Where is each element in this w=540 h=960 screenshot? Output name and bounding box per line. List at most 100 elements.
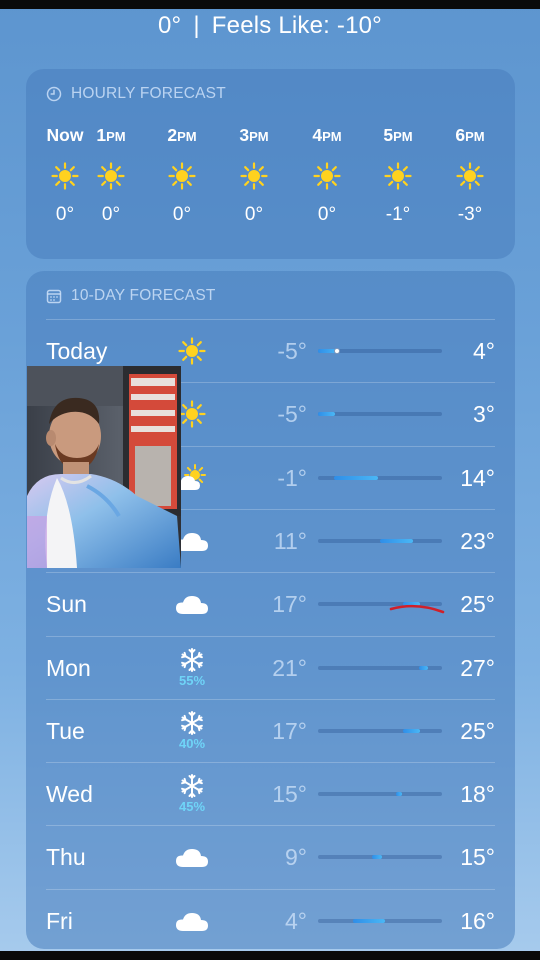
condition: 55% bbox=[168, 637, 216, 700]
hour-icon-wrap bbox=[51, 162, 79, 190]
day-label: Wed bbox=[46, 781, 93, 808]
low-temp: 15° bbox=[272, 781, 307, 808]
hour-icon-wrap bbox=[384, 162, 412, 190]
high-temp: 18° bbox=[460, 781, 495, 808]
condition-icon-wrap bbox=[168, 647, 216, 673]
sun-icon bbox=[51, 162, 79, 190]
temp-range-track bbox=[318, 792, 442, 797]
temp-range-bar bbox=[395, 792, 402, 797]
temp-range-track bbox=[318, 665, 442, 670]
condition-icon-wrap bbox=[168, 593, 216, 617]
hour-time: 6PM bbox=[455, 125, 485, 145]
temp-range-track bbox=[318, 348, 442, 354]
day-row[interactable]: Tue 40% 17° 25° bbox=[26, 700, 515, 763]
hour-temp: -1° bbox=[385, 204, 411, 225]
hour-time: 4PM bbox=[312, 125, 342, 145]
hour-icon-wrap bbox=[240, 162, 268, 190]
hourly-forecast-card[interactable]: HOURLY FORECAST Now 0° 1PM 0° 2PM 0° 3PM 0° 4PM 0… bbox=[26, 69, 515, 259]
hour-item: 1PM 0° bbox=[76, 125, 146, 226]
low-temp: 17° bbox=[272, 591, 307, 618]
feels-like: Feels Like: -10° bbox=[211, 12, 382, 39]
hour-temp: -3° bbox=[457, 204, 483, 225]
cloud-icon bbox=[176, 912, 208, 931]
calendar-icon bbox=[46, 289, 62, 304]
day-row[interactable]: Mon 55% 21° 27° bbox=[26, 637, 515, 700]
hour-time: 3PM bbox=[239, 125, 269, 145]
day-row[interactable]: Wed 45% 15° 18° bbox=[26, 763, 515, 826]
hour-icon-wrap bbox=[97, 162, 125, 190]
daily-header: 10-DAY FORECAST bbox=[46, 287, 216, 305]
hour-temp: 0° bbox=[101, 204, 121, 225]
sun-icon bbox=[178, 400, 206, 428]
high-temp: 3° bbox=[473, 401, 495, 428]
hour-time: 5PM bbox=[383, 125, 413, 145]
hour-item: 5PM -1° bbox=[363, 125, 433, 226]
hour-item: 4PM 0° bbox=[292, 125, 362, 226]
condition bbox=[168, 826, 216, 889]
day-row[interactable]: Thu 9° 15° bbox=[26, 826, 515, 889]
hour-temp: 0° bbox=[244, 204, 264, 225]
high-temp: 27° bbox=[460, 654, 495, 681]
temp-range-track bbox=[318, 918, 442, 923]
sun-icon bbox=[313, 162, 341, 190]
temp-range-bar bbox=[380, 538, 413, 543]
low-temp: 11° bbox=[273, 527, 307, 554]
condition-icon-wrap bbox=[168, 710, 216, 736]
bottom-edge bbox=[0, 951, 540, 960]
temp-range-bar bbox=[403, 728, 421, 733]
hour-icon-wrap bbox=[168, 162, 196, 190]
cloud-icon bbox=[176, 849, 208, 868]
condition-icon-wrap bbox=[168, 337, 216, 365]
low-temp: -5° bbox=[277, 401, 307, 428]
condition bbox=[168, 573, 216, 636]
low-temp: -1° bbox=[277, 464, 307, 491]
sun-icon bbox=[97, 162, 125, 190]
day-label: Fri bbox=[46, 907, 73, 934]
hour-item: 6PM -3° bbox=[435, 125, 505, 226]
snowflake-icon bbox=[181, 710, 203, 735]
day-label: Sun bbox=[46, 591, 87, 618]
condition: 45% bbox=[168, 763, 216, 826]
temp-range-track bbox=[318, 855, 442, 860]
snowflake-icon bbox=[181, 774, 203, 799]
hour-item: 3PM 0° bbox=[219, 125, 289, 226]
high-temp: 25° bbox=[460, 717, 495, 744]
temp-range-track bbox=[318, 412, 442, 417]
day-label: Thu bbox=[46, 844, 86, 871]
condition bbox=[168, 890, 216, 953]
temp-range-bar bbox=[418, 665, 429, 670]
high-temp: 14° bbox=[460, 464, 495, 491]
temp-range-bar bbox=[333, 475, 378, 480]
condition-icon-wrap bbox=[168, 910, 216, 934]
temp-range-track bbox=[318, 538, 442, 543]
current-conditions: 0° | Feels Like: -10° bbox=[0, 12, 540, 40]
separator: | bbox=[193, 12, 200, 39]
sun-icon bbox=[456, 162, 484, 190]
high-temp: 25° bbox=[460, 591, 495, 618]
precip-chance: 40% bbox=[178, 735, 206, 751]
sun-icon bbox=[178, 337, 206, 365]
hour-icon-wrap bbox=[313, 162, 341, 190]
temp-range-bar bbox=[372, 855, 382, 860]
hour-icon-wrap bbox=[456, 162, 484, 190]
sun-icon bbox=[240, 162, 268, 190]
low-temp: 4° bbox=[285, 907, 307, 934]
hour-temp: 0° bbox=[172, 204, 192, 225]
low-temp: -5° bbox=[277, 338, 307, 364]
current-temp-marker bbox=[334, 348, 341, 354]
current-temp: 0° bbox=[157, 12, 182, 39]
daily-header-label: 10-DAY FORECAST bbox=[71, 287, 216, 304]
overlay-photo bbox=[27, 366, 181, 568]
temp-range-bar bbox=[318, 412, 335, 417]
hourly-list[interactable]: Now 0° 1PM 0° 2PM 0° 3PM 0° 4PM 0° 5PM -1° 6PM -3° bbox=[26, 69, 515, 259]
hour-item: 2PM 0° bbox=[147, 125, 217, 226]
condition: 40% bbox=[168, 700, 216, 763]
temp-range-bar bbox=[352, 918, 386, 923]
sun-icon bbox=[384, 162, 412, 190]
low-temp: 9° bbox=[285, 844, 307, 871]
day-row[interactable]: Fri 4° 16° bbox=[26, 890, 515, 953]
hour-time: 1PM bbox=[96, 125, 126, 145]
hour-time: 2PM bbox=[167, 125, 197, 145]
snowflake-icon bbox=[181, 647, 203, 672]
day-label: Mon bbox=[46, 654, 91, 681]
